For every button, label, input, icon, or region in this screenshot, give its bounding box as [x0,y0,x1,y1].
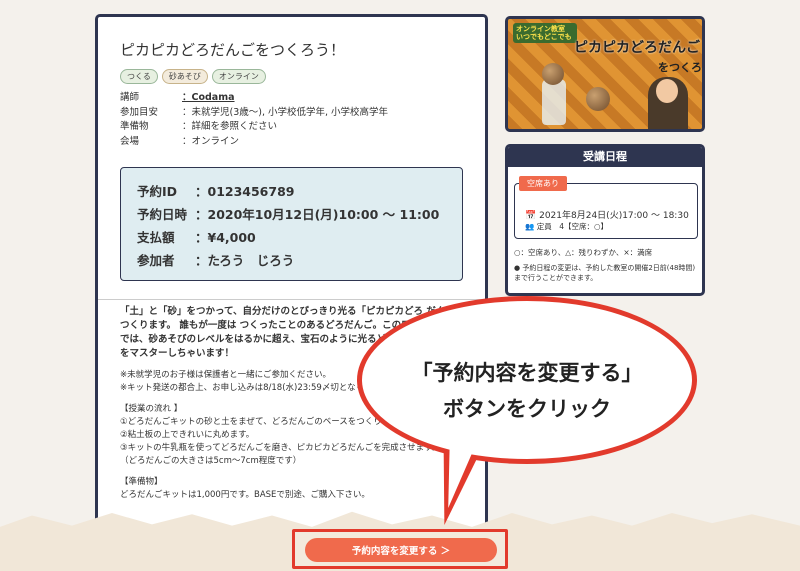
callout-text: 「予約内容を変更する」 ボタンをクリック [411,361,643,421]
booking-summary: 予約ID ：0123456789 予約日時 ：2020年10月12日(月)10:… [120,167,463,281]
milk-bottle-image [542,79,566,125]
divider [98,299,485,300]
teacher-face [656,79,678,103]
info-row-teacher: 講師 ：Codama [120,91,388,106]
thumbnail-title: ピカピカどろだんご [574,40,700,56]
change-booking-button[interactable]: 予約内容を変更する ＞ [305,538,497,562]
online-class-logo: オンライン教室 いつでもどこでも [513,23,577,43]
people-icon: 👥 [525,222,535,231]
course-title: ピカピカどろだんごをつくろう！ [120,41,346,59]
schedule-slot[interactable]: 空席あり 📅 2021年8月24日(火)17:00 ～ 18:30 👥 定員 4… [514,176,698,239]
booking-participants-row: 参加者 ：たろう じろう [137,253,295,268]
tag-online[interactable]: オンライン [211,69,266,84]
description-prep: 【準備物】 どろだんごキットは1,000円です。BASEで別途、ご購入下さい。 [120,477,370,500]
teacher-link[interactable]: ：Codama [182,91,235,106]
info-icon: ● [514,264,521,272]
booking-datetime-row: 予約日時 ：2020年10月12日(月)10:00 ～ 11:00 [137,207,440,222]
tag-sunaasobi[interactable]: 砂あそび [161,69,208,84]
mud-ball-image [542,63,564,85]
calendar-icon: 📅 [525,211,537,221]
change-button-highlight: 予約内容を変更する ＞ [292,529,508,569]
tag-list: つくる 砂あそび オンライン [120,69,266,84]
mud-ball-image [586,87,610,111]
course-detail-card: ピカピカどろだんごをつくろう！ つくる 砂あそび オンライン 講師 ：Codam… [95,14,488,534]
booking-id-row: 予約ID ：0123456789 [137,184,295,199]
info-row-materials: 準備物 ：詳細を参照ください [120,121,278,132]
slot-status-badge: 空席あり [519,176,567,191]
schedule-panel: 受講日程 空席あり 📅 2021年8月24日(火)17:00 ～ 18:30 👥… [505,144,705,296]
schedule-header: 受講日程 [508,147,702,167]
slot-capacity: 👥 定員 4【空席：○】 [525,222,609,231]
tag-tsukuru[interactable]: つくる [120,69,158,84]
availability-legend: ○：空席あり、△：残りわずか、×：満席 [514,248,653,257]
booking-amount-row: 支払額 ：¥4,000 [137,230,256,245]
schedule-change-note: ● 予約日程の変更は、予約した教室の開催2日前(48時間)まで行うことができます… [514,264,696,282]
slot-date: 📅 2021年8月24日(火)17:00 ～ 18:30 [525,211,689,221]
info-row-venue: 会場 ：オンライン [120,135,240,147]
info-row-age: 参加目安 ：未就学児(3歳〜), 小学校低学年, 小学校高学年 [120,106,389,118]
instruction-callout: 「予約内容を変更する」 ボタンをクリック [357,296,697,464]
course-info: 講師 ：Codama 参加目安 ：未就学児(3歳〜), 小学校低学年, 小学校高… [120,91,388,149]
course-thumbnail: オンライン教室 いつでもどこでも ピカピカどろだんご をつくろう！ [505,16,705,132]
